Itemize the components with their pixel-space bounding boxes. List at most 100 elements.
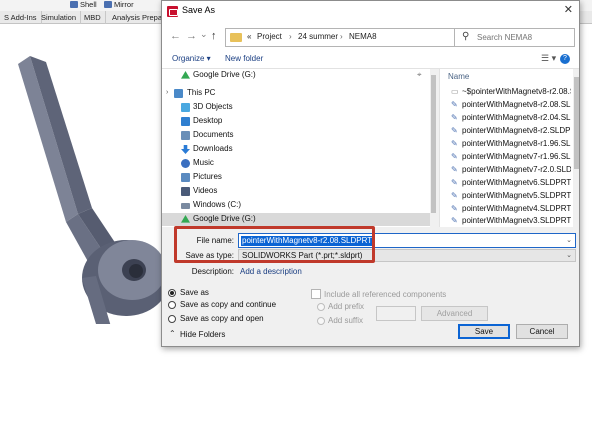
file-list-item[interactable]: ✎ pointerWithMagnetv8-r1.96.SLDPRT bbox=[451, 138, 571, 150]
close-button[interactable]: ✕ bbox=[564, 4, 573, 17]
file-list-item[interactable]: ✎ pointerWithMagnetv6.SLDPRT bbox=[451, 177, 571, 189]
sldprt-file-icon: ✎ bbox=[451, 100, 458, 109]
file-name-label: pointerWithMagnetv6.SLDPRT bbox=[462, 178, 571, 187]
file-name-label: pointerWithMagnetv8-r1.96.SLDPRT bbox=[462, 139, 571, 148]
sldprt-file-icon: ✎ bbox=[451, 204, 458, 213]
mirror-button[interactable]: Mirror bbox=[114, 0, 134, 9]
file-list-item[interactable]: ✎ pointerWithMagnetv4.SLDPRT bbox=[451, 203, 571, 215]
sidebar-item-documents[interactable]: Documents bbox=[162, 129, 430, 142]
shell-button[interactable]: Shell bbox=[80, 0, 97, 9]
sldprt-file-icon: ✎ bbox=[451, 139, 458, 148]
documents-icon bbox=[181, 131, 190, 140]
file-list-item[interactable]: ✎ pointerWithMagnetv7-r2.0.SLDPRT bbox=[451, 164, 571, 176]
radio-save-as[interactable]: Save as bbox=[168, 288, 318, 299]
file-name-label: pointerWithMagnetv8-r2.08.SLDPRT bbox=[462, 100, 571, 109]
breadcrumb-24-summer[interactable]: 24 summer bbox=[298, 32, 338, 41]
advanced-button[interactable]: Advanced bbox=[421, 306, 488, 321]
google-drive-icon bbox=[181, 71, 190, 79]
chevron-up-icon: ⌃ bbox=[169, 329, 176, 338]
desktop-icon bbox=[181, 117, 190, 126]
address-overflow-prefix[interactable]: « bbox=[247, 32, 251, 41]
search-icon: ⚲ bbox=[462, 31, 470, 42]
sidebar-item-google-drive[interactable]: Google Drive (G:) ⌖ bbox=[162, 69, 430, 82]
sidebar-item-downloads[interactable]: Downloads bbox=[162, 143, 430, 156]
organize-button[interactable]: Organize ▾ bbox=[172, 54, 211, 63]
file-list-item[interactable]: ✎ pointerWithMagnetv8-r2.SLDPRT bbox=[451, 125, 571, 137]
file-list-item[interactable]: ✎ pointerWithMagnetv8-r2.04.SLDPRT bbox=[451, 112, 571, 124]
sidebar-item-label: Google Drive (G:) bbox=[193, 214, 256, 223]
sidebar-item-this-pc[interactable]: › This PC bbox=[162, 87, 430, 100]
file-list-item[interactable]: ✎ pointerWithMagnetv5.SLDPRT bbox=[451, 190, 571, 202]
prefix-suffix-input[interactable] bbox=[376, 306, 416, 321]
add-prefix-label: Add prefix bbox=[328, 302, 365, 311]
breadcrumb-separator: › bbox=[340, 32, 343, 41]
recent-locations-chevron-icon[interactable]: ⌄ bbox=[200, 28, 208, 40]
mirror-icon[interactable] bbox=[104, 1, 112, 8]
dialog-title-bar[interactable]: Save As ✕ bbox=[162, 1, 579, 21]
file-list-scroll-thumb[interactable] bbox=[574, 77, 579, 169]
sidebar-item-label: Downloads bbox=[193, 144, 233, 153]
radio-label: Save as bbox=[180, 288, 209, 297]
save-as-type-dropdown-icon[interactable]: ⌄ bbox=[566, 251, 572, 259]
pictures-icon bbox=[181, 173, 190, 182]
sidebar-item-music[interactable]: Music bbox=[162, 157, 430, 170]
file-list-scrollbar[interactable] bbox=[573, 69, 579, 227]
cancel-button[interactable]: Cancel bbox=[516, 324, 568, 339]
tab-simulation[interactable]: Simulation bbox=[37, 11, 82, 24]
add-suffix-label: Add suffix bbox=[328, 316, 363, 325]
tab-addins[interactable]: S Add-Ins bbox=[0, 11, 42, 24]
annotation-highlight-box bbox=[174, 226, 375, 263]
view-options-icon[interactable]: ☰ ▾ bbox=[541, 53, 556, 64]
computer-icon bbox=[174, 89, 183, 98]
hide-folders-toggle[interactable]: ⌃ Hide Folders bbox=[168, 329, 248, 341]
radio-button[interactable] bbox=[168, 315, 176, 323]
name-column-header[interactable]: Name bbox=[448, 72, 469, 81]
tab-mbd[interactable]: MBD bbox=[80, 11, 106, 24]
add-prefix-radio[interactable] bbox=[317, 303, 325, 311]
nav-pane-scroll-thumb[interactable] bbox=[431, 75, 436, 213]
drive-icon bbox=[181, 203, 190, 209]
file-name-label: pointerWithMagnetv8-r2.04.SLDPRT bbox=[462, 113, 571, 122]
radio-button[interactable] bbox=[168, 301, 176, 309]
sidebar-item-google-drive-selected[interactable]: Google Drive (G:) bbox=[162, 213, 430, 226]
sidebar-item-3d-objects[interactable]: 3D Objects bbox=[162, 101, 430, 114]
nav-pane-scrollbar[interactable] bbox=[430, 69, 437, 227]
sidebar-item-windows-c[interactable]: Windows (C:) bbox=[162, 199, 430, 212]
radio-label: Save as copy and open bbox=[180, 314, 264, 323]
radio-button-checked[interactable] bbox=[168, 289, 176, 297]
new-folder-button[interactable]: New folder bbox=[225, 54, 263, 63]
search-box[interactable]: ⚲ bbox=[454, 28, 575, 47]
dialog-title: Save As bbox=[182, 5, 216, 15]
include-referenced-checkbox[interactable] bbox=[311, 289, 321, 299]
file-list-item[interactable]: ✎ pointerWithMagnetv8-r2.08.SLDPRT bbox=[451, 99, 571, 111]
sidebar-item-label: Pictures bbox=[193, 172, 222, 181]
breadcrumb-project[interactable]: Project bbox=[257, 32, 282, 41]
breadcrumb-nema8[interactable]: NEMA8 bbox=[349, 32, 377, 41]
radio-save-as-copy-open[interactable]: Save as copy and open bbox=[168, 314, 318, 325]
add-description-link[interactable]: Add a description bbox=[240, 267, 302, 276]
file-list-pane: Name ▭ ~$pointerWithMagnetv8-r2.08.SLD ✎… bbox=[439, 69, 579, 227]
file-list-item[interactable]: ✎ pointerWithMagnetv7-r1.96.SLDPRT bbox=[451, 151, 571, 163]
radio-save-as-copy-continue[interactable]: Save as copy and continue bbox=[168, 300, 318, 311]
add-suffix-radio[interactable] bbox=[317, 317, 325, 325]
navigation-pane: Google Drive (G:) ⌖ › This PC 3D Objects… bbox=[162, 69, 437, 227]
pin-icon[interactable]: ⌖ bbox=[417, 70, 422, 80]
description-label: Description: bbox=[191, 267, 234, 276]
file-name-dropdown-icon[interactable]: ⌄ bbox=[566, 236, 572, 244]
file-name-label: pointerWithMagnetv5.SLDPRT bbox=[462, 191, 571, 200]
up-arrow-icon[interactable]: ↑ bbox=[211, 30, 217, 42]
shell-icon[interactable] bbox=[70, 1, 78, 8]
file-list-item[interactable]: ▭ ~$pointerWithMagnetv8-r2.08.SLD bbox=[451, 86, 571, 98]
expand-chevron-icon[interactable]: › bbox=[166, 89, 168, 96]
sldprt-file-icon: ✎ bbox=[451, 113, 458, 122]
back-arrow-icon[interactable]: ← bbox=[170, 30, 181, 42]
sidebar-item-desktop[interactable]: Desktop bbox=[162, 115, 430, 128]
file-name-label: pointerWithMagnetv8-r2.SLDPRT bbox=[462, 126, 571, 135]
sidebar-item-pictures[interactable]: Pictures bbox=[162, 171, 430, 184]
help-icon[interactable]: ? bbox=[560, 54, 570, 64]
file-list-item[interactable]: ✎ pointerWithMagnetv3.SLDPRT bbox=[451, 215, 571, 226]
search-input[interactable] bbox=[477, 31, 571, 44]
forward-arrow-icon[interactable]: → bbox=[186, 30, 197, 42]
save-button[interactable]: Save bbox=[458, 324, 510, 339]
sidebar-item-videos[interactable]: Videos bbox=[162, 185, 430, 198]
